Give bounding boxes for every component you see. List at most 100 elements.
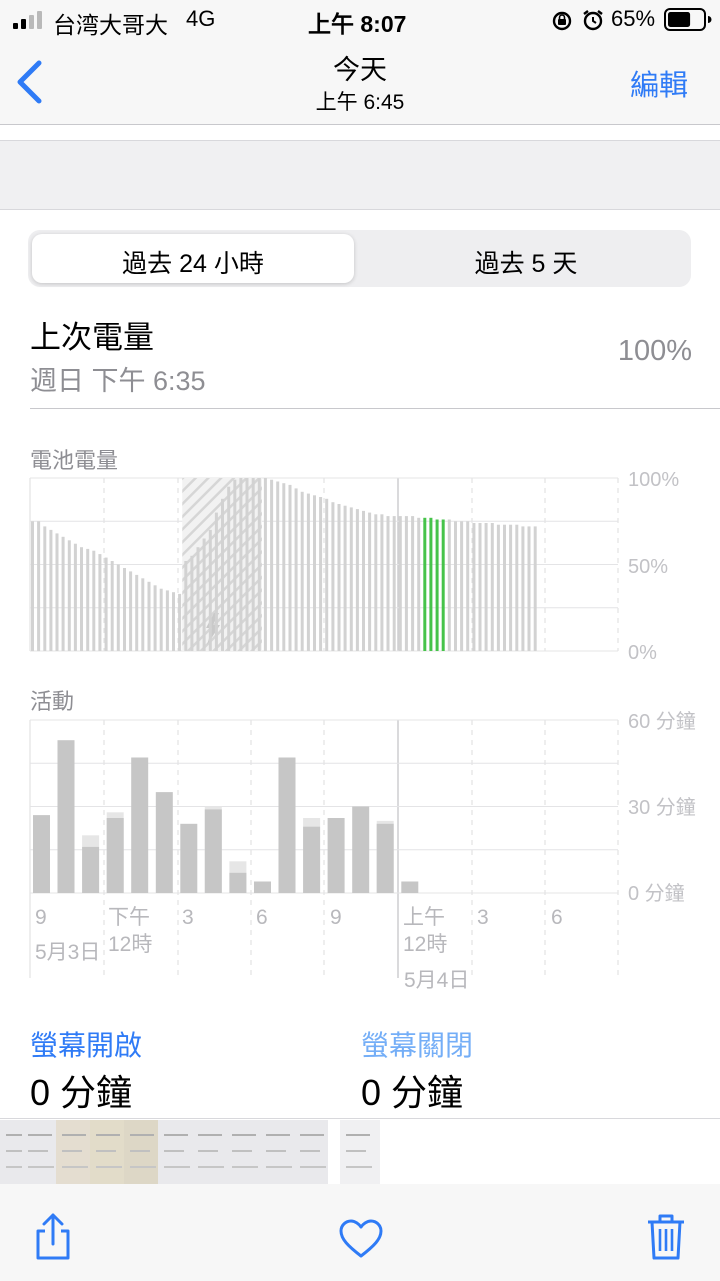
- trash-icon[interactable]: [645, 1212, 687, 1262]
- thumbnail[interactable]: [56, 1120, 91, 1184]
- activity-ytick-30: 30 分鐘: [628, 796, 696, 819]
- battery-bar: [184, 561, 188, 651]
- tab-past-5-days[interactable]: 過去 5 天: [365, 244, 687, 280]
- xtick-midnight-line2: 12時: [403, 933, 447, 956]
- screen-off-label: 螢幕關閉: [361, 1030, 474, 1061]
- network-type: 4G: [186, 6, 216, 31]
- battery-bar: [355, 509, 359, 651]
- battery-bar: [380, 514, 384, 651]
- battery-bar: [386, 516, 390, 651]
- activity-bar-screen-on: [229, 872, 247, 893]
- battery-bar: [172, 592, 175, 651]
- battery-bar: [503, 524, 506, 651]
- xtick-noon: 下午: [108, 906, 150, 929]
- battery-bar: [159, 588, 163, 651]
- battery-bar: [251, 478, 255, 651]
- battery-bar: [294, 488, 298, 651]
- battery-bar: [306, 493, 310, 651]
- activity-bar-screen-on: [376, 823, 394, 893]
- activity-ytick-60: 60 分鐘: [628, 710, 696, 733]
- usage-charts: 電池電量 100% 50% 0% 活動 60 分鐘 30 分鐘 0 分鐘 9 下…: [29, 448, 696, 992]
- date-label-may4: 5月4日: [404, 969, 469, 992]
- battery-bar: [423, 517, 427, 651]
- activity-bar-screen-on: [180, 823, 198, 893]
- carrier-name: 台湾大哥大: [53, 12, 168, 38]
- thumbnail[interactable]: [226, 1120, 261, 1184]
- battery-bar: [490, 523, 494, 651]
- battery-bar: [460, 521, 464, 652]
- battery-bar: [153, 585, 157, 651]
- battery-bar: [263, 478, 267, 651]
- battery-bar: [55, 533, 59, 651]
- tab-past-24-hours[interactable]: 過去 24 小時: [32, 244, 354, 280]
- xtick-6pm: 6: [256, 906, 268, 929]
- battery-bar: [466, 521, 470, 652]
- thumbnail[interactable]: [90, 1120, 125, 1184]
- battery-bar: [349, 507, 353, 651]
- alarm-icon: [583, 10, 603, 31]
- battery-bar: [313, 495, 316, 651]
- battery-bar: [270, 479, 274, 651]
- battery-bar: [129, 571, 133, 651]
- xtick-3am: 3: [477, 906, 489, 929]
- rotation-lock-icon: [552, 11, 572, 31]
- activity-bar-screen-on: [131, 757, 149, 893]
- thumbnail[interactable]: [22, 1120, 57, 1184]
- share-icon[interactable]: [32, 1212, 74, 1262]
- edit-button[interactable]: 編輯: [630, 62, 688, 104]
- battery-bar: [521, 526, 525, 651]
- battery-bar: [343, 505, 347, 651]
- battery-bar: [147, 581, 151, 651]
- thumbnail[interactable]: [192, 1120, 227, 1184]
- thumbnail-current[interactable]: [340, 1120, 381, 1184]
- battery-bar: [98, 554, 102, 651]
- xtick-9am: 9: [35, 906, 47, 929]
- heart-icon[interactable]: [338, 1218, 384, 1260]
- activity-bar-screen-on: [33, 815, 50, 893]
- battery-bar: [116, 564, 120, 651]
- last-charge-time: 週日 下午 6:35: [30, 366, 206, 396]
- battery-bar: [478, 523, 482, 651]
- thumbnail[interactable]: [158, 1120, 193, 1184]
- battery-bar: [404, 516, 408, 651]
- divider: [30, 408, 720, 409]
- chevron-left-icon[interactable]: [14, 60, 46, 104]
- activity-bar-screen-on: [278, 757, 296, 893]
- last-charge-value: 100%: [617, 335, 692, 367]
- activity-bar-screen-on: [57, 740, 75, 893]
- battery-bar: [472, 523, 476, 651]
- activity-bar-screen-on: [303, 826, 321, 893]
- battery-bar: [484, 523, 488, 651]
- battery-bar: [123, 568, 126, 651]
- thumbnail[interactable]: [0, 1120, 23, 1184]
- battery-bar: [227, 486, 231, 651]
- battery-ytick-50: 50%: [628, 556, 668, 578]
- last-charge-label: 上次電量: [30, 320, 154, 355]
- battery-bar: [337, 504, 341, 651]
- battery-bar: [221, 498, 224, 651]
- nav-title: 今天: [333, 55, 387, 85]
- thumbnail[interactable]: [294, 1120, 329, 1184]
- battery-bar: [447, 519, 451, 651]
- thumbnail[interactable]: [124, 1120, 159, 1184]
- battery-bar: [202, 538, 206, 651]
- battery-bar: [435, 519, 439, 651]
- battery-bar: [282, 483, 286, 651]
- activity-bar-screen-on: [401, 881, 419, 893]
- battery-bar: [276, 481, 280, 651]
- battery-bar: [165, 590, 169, 651]
- battery-bar: [429, 517, 433, 651]
- screen-off-value: 0 分鐘: [361, 1072, 464, 1113]
- battery-percent: 65%: [611, 6, 656, 31]
- activity-ytick-0: 0 分鐘: [628, 882, 685, 905]
- battery-bar: [49, 529, 53, 651]
- thumbnail[interactable]: [260, 1120, 295, 1184]
- battery-bar: [214, 512, 218, 651]
- battery-bar: [257, 478, 261, 651]
- battery-bar: [135, 574, 139, 651]
- battery-bar: [73, 543, 77, 651]
- battery-bar: [288, 484, 292, 651]
- screen-on-value: 0 分鐘: [30, 1072, 133, 1113]
- battery-bar: [245, 478, 249, 651]
- battery-bar: [533, 526, 537, 651]
